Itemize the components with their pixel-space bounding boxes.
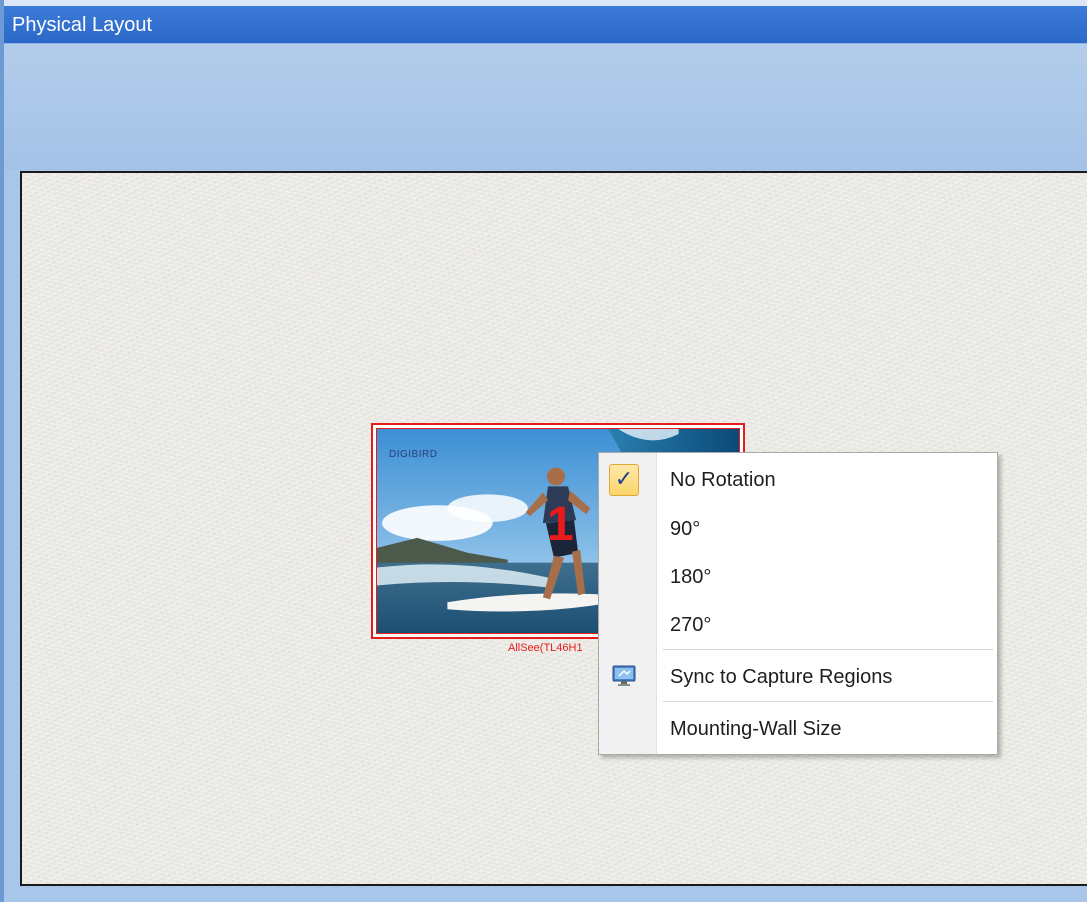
menu-item-label: 90°	[670, 518, 701, 540]
rotation-context-menu: ✓ No Rotation 90° 180° 270° Sync to Capt…	[598, 452, 998, 755]
menu-separator	[663, 701, 993, 703]
menu-item-label: 270°	[670, 614, 712, 636]
monitor-sync-icon	[611, 664, 641, 694]
checkmark-icon: ✓	[609, 464, 639, 496]
menu-item-label: Mounting-Wall Size	[670, 718, 842, 740]
menu-item-sync-capture-regions[interactable]: Sync to Capture Regions	[601, 652, 995, 702]
window-bottom-edge	[4, 886, 1087, 902]
menu-item-rotate-90[interactable]: 90°	[601, 504, 995, 554]
display-number: 1	[547, 498, 574, 551]
menu-item-label: 180°	[670, 566, 712, 588]
display-brand-logo: DIGIBIRD	[389, 449, 438, 460]
physical-layout-window: Physical Layout DIGIBIRD 1 AllSee(TL46H1…	[0, 0, 1087, 902]
menu-item-mounting-wall-size[interactable]: Mounting-Wall Size	[601, 704, 995, 754]
display-caption: AllSee(TL46H1	[508, 642, 583, 654]
menu-item-rotate-270[interactable]: 270°	[601, 600, 995, 650]
menu-item-label: Sync to Capture Regions	[670, 666, 893, 688]
menu-item-no-rotation[interactable]: ✓ No Rotation	[601, 455, 995, 505]
menu-item-label: No Rotation	[670, 469, 776, 491]
menu-item-rotate-180[interactable]: 180°	[601, 552, 995, 602]
window-title: Physical Layout	[4, 6, 1087, 44]
menu-separator	[663, 649, 993, 651]
toolbar-area	[4, 44, 1087, 170]
